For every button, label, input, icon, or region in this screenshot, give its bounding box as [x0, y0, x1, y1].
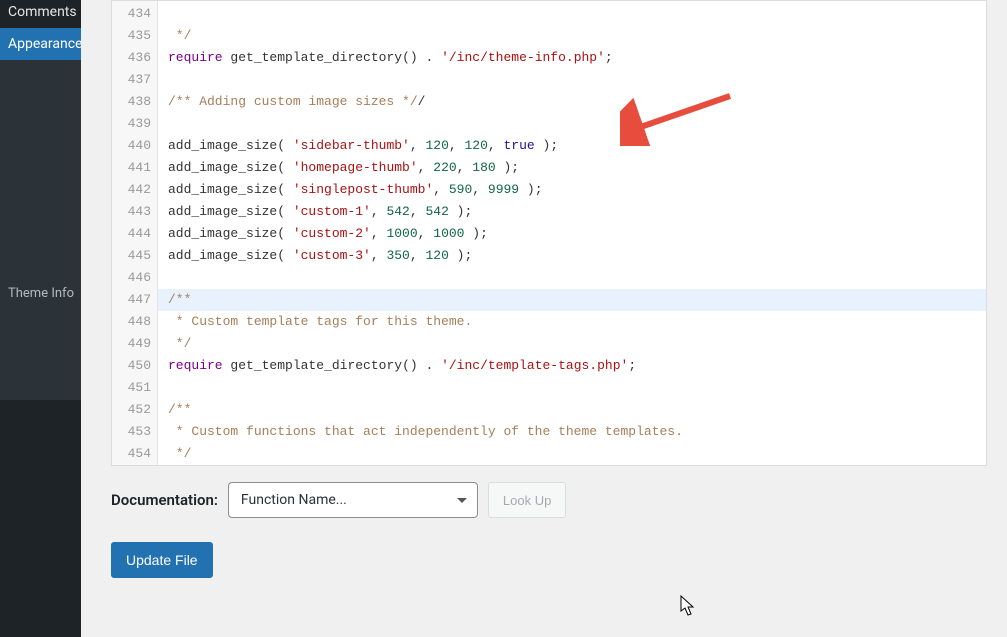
sidebar-subitem-label: Theme Info — [8, 286, 74, 301]
admin-sidebar: Comments Appearance Theme Info — [0, 0, 81, 637]
code-line[interactable]: require get_template_directory() . '/inc… — [168, 355, 980, 377]
sidebar-item-comments[interactable]: Comments — [0, 0, 81, 28]
line-number: 436 — [112, 47, 157, 69]
code-line[interactable]: * Custom functions that act independentl… — [168, 421, 980, 443]
code-line[interactable]: /** Adding custom image sizes *// — [168, 91, 980, 113]
code-line[interactable]: */ — [168, 25, 980, 47]
line-number: 452 — [112, 399, 157, 421]
line-number: 435 — [112, 25, 157, 47]
sidebar-item-label: Comments — [8, 4, 77, 20]
code-line[interactable] — [168, 69, 980, 91]
line-number: 439 — [112, 113, 157, 135]
code-line[interactable]: /** — [168, 399, 980, 421]
code-text-area[interactable]: */require get_template_directory() . '/i… — [158, 1, 986, 465]
update-file-button[interactable]: Update File — [111, 542, 213, 578]
code-line[interactable] — [168, 267, 980, 289]
line-number: 445 — [112, 245, 157, 267]
line-number: 449 — [112, 333, 157, 355]
code-line[interactable]: add_image_size( 'sidebar-thumb', 120, 12… — [168, 135, 980, 157]
line-number: 438 — [112, 91, 157, 113]
line-number: 441 — [112, 157, 157, 179]
line-number: 447 — [112, 289, 157, 311]
code-line[interactable] — [168, 3, 980, 25]
line-number-gutter: 4344354364374384394404414424434444454464… — [112, 1, 158, 465]
code-line[interactable] — [168, 377, 980, 399]
select-placeholder: Function Name... — [241, 492, 347, 508]
line-number: 448 — [112, 311, 157, 333]
code-line[interactable]: add_image_size( 'homepage-thumb', 220, 1… — [168, 157, 980, 179]
line-number: 451 — [112, 377, 157, 399]
code-line[interactable]: add_image_size( 'custom-2', 1000, 1000 )… — [168, 223, 980, 245]
code-line[interactable]: */ — [168, 443, 980, 465]
line-number: 444 — [112, 223, 157, 245]
lookup-button[interactable]: Look Up — [488, 482, 566, 518]
documentation-bar: Documentation: Function Name... Look Up — [111, 482, 987, 518]
line-number: 453 — [112, 421, 157, 443]
documentation-label: Documentation: — [111, 491, 218, 509]
sidebar-item-label: Appearance — [8, 36, 81, 52]
line-number: 446 — [112, 267, 157, 289]
line-number: 437 — [112, 69, 157, 91]
code-line[interactable] — [168, 113, 980, 135]
line-number: 455 — [112, 465, 157, 466]
line-number: 443 — [112, 201, 157, 223]
line-number: 440 — [112, 135, 157, 157]
line-number: 442 — [112, 179, 157, 201]
function-name-select[interactable]: Function Name... — [228, 482, 478, 518]
sidebar-subitem-theme-info[interactable]: Theme Info — [8, 280, 73, 307]
code-line[interactable]: add_image_size( 'custom-3', 350, 120 ); — [168, 245, 980, 267]
code-line[interactable]: * Custom template tags for this theme. — [168, 311, 980, 333]
line-number: 450 — [112, 355, 157, 377]
content-area: 4344354364374384394404414424434444454464… — [81, 0, 1007, 637]
code-line[interactable]: add_image_size( 'singlepost-thumb', 590,… — [168, 179, 980, 201]
sidebar-submenu: Theme Info — [0, 60, 81, 400]
line-number: 454 — [112, 443, 157, 465]
sidebar-item-appearance[interactable]: Appearance — [0, 28, 81, 60]
line-number: 434 — [112, 3, 157, 25]
code-line[interactable]: add_image_size( 'custom-1', 542, 542 ); — [168, 201, 980, 223]
code-line[interactable]: */ — [168, 333, 980, 355]
code-editor[interactable]: 4344354364374384394404414424434444454464… — [111, 0, 987, 466]
code-line[interactable]: /** — [158, 289, 986, 311]
code-line[interactable]: require get_template_directory() . '/inc… — [168, 47, 980, 69]
